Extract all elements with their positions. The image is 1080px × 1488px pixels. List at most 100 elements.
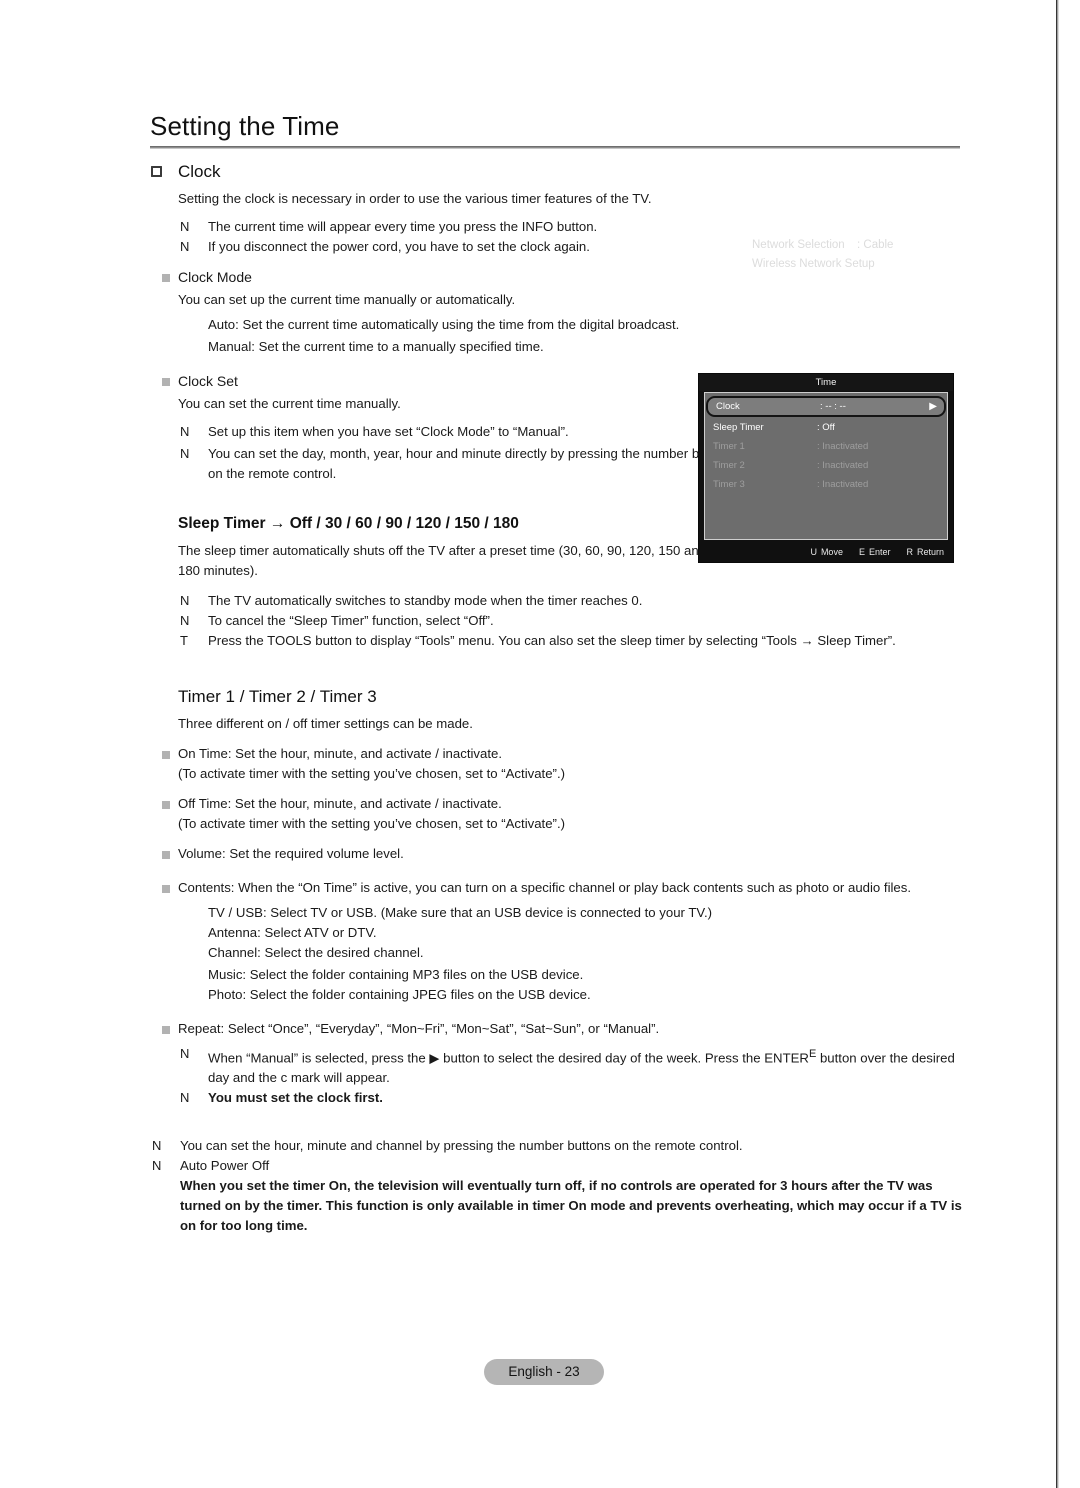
osd-row-timer-2-label: Timer 2 bbox=[713, 460, 745, 471]
osd-row-sleep-timer[interactable]: Sleep Timer : Off bbox=[705, 418, 947, 437]
timers-contents: Contents: When the “On Time” is active, … bbox=[150, 878, 962, 898]
osd-hint-return: R Return bbox=[906, 547, 944, 557]
note-marker-icon: N bbox=[180, 239, 190, 254]
osd-menu-panel: Clock : -- : -- ▶ Sleep Timer : Off Time… bbox=[704, 392, 948, 540]
clock-set-note-2-text: You can set the day, month, year, hour a… bbox=[208, 446, 736, 481]
timers-on-time-line2: (To activate timer with the setting you’… bbox=[178, 766, 565, 781]
osd-row-timer-2[interactable]: Timer 2 : Inactivated bbox=[705, 456, 947, 475]
chevron-right-icon: ▶ bbox=[929, 401, 937, 412]
timers-repeat: Repeat: Select “Once”, “Everyday”, “Mon~… bbox=[150, 1019, 962, 1039]
osd-hint-enter-key: E bbox=[858, 546, 865, 557]
osd-row-timer-1[interactable]: Timer 1 : Inactivated bbox=[705, 437, 947, 456]
clock-mode-auto: Auto: Set the current time automatically… bbox=[208, 317, 680, 332]
note-marker-icon: N bbox=[180, 613, 190, 628]
filled-square-bullet-icon bbox=[162, 851, 170, 859]
sleep-timer-note-1: N The TV automatically switches to stand… bbox=[150, 591, 962, 611]
timers-repeat-note-1: N When “Manual” is selected, press the ▶… bbox=[150, 1044, 962, 1088]
note-marker-icon: N bbox=[152, 1158, 162, 1174]
sleep-timer-tools-note: T Press the TOOLS button to display “Too… bbox=[150, 631, 962, 651]
timers-repeat-line1: Repeat: Select “Once”, “Everyday”, “Mon~… bbox=[178, 1021, 660, 1036]
note-marker-icon: N bbox=[180, 446, 190, 461]
timers-desc: Three different on / off timer settings … bbox=[178, 716, 473, 731]
bottom-note-2-body: When you set the timer On, the televisio… bbox=[180, 1178, 962, 1234]
clock-intro: Setting the clock is necessary in order … bbox=[178, 191, 652, 206]
filled-square-bullet-icon bbox=[162, 378, 170, 386]
filled-square-bullet-icon bbox=[162, 751, 170, 759]
osd-hint-enter: E Enter bbox=[859, 547, 891, 557]
page-header: Setting the Time bbox=[150, 111, 960, 149]
filled-square-bullet-icon bbox=[162, 274, 170, 282]
section-timers-heading: Timer 1 / Timer 2 / Timer 3 bbox=[150, 166, 962, 709]
tools-marker-icon: T bbox=[180, 633, 188, 648]
osd-row-timer-3-value: : Inactivated bbox=[817, 479, 869, 490]
osd-hint-return-key: R bbox=[906, 546, 913, 557]
clock-mode-heading-text: Clock Mode bbox=[178, 269, 252, 285]
timers-off-time-line1: Off Time: Set the hour, minute, and acti… bbox=[178, 796, 502, 811]
osd-hint-move-label: Move bbox=[820, 546, 843, 557]
clock-mode-manual: Manual: Set the current time to a manual… bbox=[208, 339, 544, 354]
osd-hint-move-key: U bbox=[810, 546, 817, 557]
sleep-timer-note-1-text: The TV automatically switches to standby… bbox=[208, 593, 643, 608]
osd-row-timer-1-label: Timer 1 bbox=[713, 441, 745, 452]
note-marker-icon: N bbox=[152, 1138, 162, 1154]
filled-square-bullet-icon bbox=[162, 1026, 170, 1034]
osd-footer-hints: U Move E Enter R Return bbox=[699, 541, 953, 562]
clock-heading-text: Clock bbox=[178, 162, 221, 181]
timers-heading-text: Timer 1 / Timer 2 / Timer 3 bbox=[178, 687, 377, 706]
title-divider bbox=[150, 145, 960, 149]
timers-contents-sub-2: Antenna: Select ATV or DTV. bbox=[208, 925, 377, 940]
open-square-bullet-icon bbox=[151, 166, 162, 177]
osd-row-timer-3-label: Timer 3 bbox=[713, 479, 745, 490]
clock-mode-desc: You can set up the current time manually… bbox=[178, 292, 516, 307]
timers-contents-sub-1: TV / USB: Select TV or USB. (Make sure t… bbox=[208, 905, 713, 920]
timers-contents-sub-5: Photo: Select the folder containing JPEG… bbox=[208, 987, 591, 1002]
document-body: Clock Setting the clock is necessary in … bbox=[150, 160, 962, 1236]
bottom-note-2: N Auto Power Off When you set the timer … bbox=[122, 1156, 962, 1236]
osd-row-sleep-timer-label: Sleep Timer bbox=[713, 422, 764, 433]
tv-osd-time-menu: Time Clock : -- : -- ▶ Sleep Timer : Off… bbox=[698, 373, 954, 563]
osd-menu-title: Time bbox=[699, 374, 953, 391]
timers-repeat-note-1-text: When “Manual” is selected, press the ▶ b… bbox=[208, 1044, 962, 1088]
sleep-timer-note-2-text: To cancel the “Sleep Timer” function, se… bbox=[208, 613, 494, 628]
osd-row-clock[interactable]: Clock : -- : -- ▶ bbox=[706, 396, 946, 417]
clock-note-1-text: The current time will appear every time … bbox=[208, 219, 598, 234]
bottom-note-1-text: You can set the hour, minute and channel… bbox=[180, 1138, 743, 1154]
bottom-note-2-heading: Auto Power Off bbox=[180, 1158, 270, 1174]
timers-contents-sub-4: Music: Select the folder containing MP3 … bbox=[208, 967, 584, 982]
filled-square-bullet-icon bbox=[162, 801, 170, 809]
osd-row-timer-3[interactable]: Timer 3 : Inactivated bbox=[705, 475, 947, 494]
bottom-note-1: N You can set the hour, minute and chann… bbox=[122, 1136, 962, 1156]
sleep-timer-tools-note-text: Press the TOOLS button to display “Tools… bbox=[208, 633, 896, 648]
osd-row-timer-2-value: : Inactivated bbox=[817, 460, 869, 471]
filled-square-bullet-icon bbox=[162, 885, 170, 893]
note-marker-icon: N bbox=[180, 1090, 190, 1106]
osd-hint-move: U Move bbox=[810, 547, 843, 557]
osd-hint-return-label: Return bbox=[916, 546, 944, 557]
note-marker-icon: N bbox=[180, 1046, 190, 1061]
timers-on-time-line1: On Time: Set the hour, minute, and activ… bbox=[178, 746, 503, 761]
timers-volume: Volume: Set the required volume level. bbox=[150, 844, 962, 864]
osd-row-sleep-timer-value: : Off bbox=[817, 422, 835, 433]
sleep-timer-note-2: N To cancel the “Sleep Timer” function, … bbox=[150, 611, 962, 631]
osd-hint-enter-label: Enter bbox=[868, 546, 891, 557]
page-title: Setting the Time bbox=[150, 111, 340, 141]
note-marker-icon: N bbox=[180, 593, 190, 608]
repeat-note-part-a: When “Manual” is selected, press the ▶ b… bbox=[208, 1050, 809, 1066]
timers-on-time: On Time: Set the hour, minute, and activ… bbox=[150, 744, 962, 784]
timers-volume-line1: Volume: Set the required volume level. bbox=[178, 846, 404, 861]
clock-note-1: N The current time will appear every tim… bbox=[150, 217, 962, 237]
clock-note-2-text: If you disconnect the power cord, you ha… bbox=[208, 239, 590, 254]
timers-contents-sub-3: Channel: Select the desired channel. bbox=[208, 945, 424, 960]
clock-note-2: N If you disconnect the power cord, you … bbox=[150, 237, 962, 257]
document-page: Setting the Time Network Selection: Cabl… bbox=[0, 0, 1080, 1488]
osd-row-clock-label: Clock bbox=[716, 401, 740, 412]
note-marker-icon: N bbox=[180, 219, 190, 234]
sleep-timer-desc: The sleep timer automatically shuts off … bbox=[178, 543, 707, 578]
timers-off-time-line2: (To activate timer with the setting you’… bbox=[178, 816, 565, 831]
page-number-badge: English - 23 bbox=[484, 1359, 604, 1385]
page-edge-rule bbox=[1056, 0, 1059, 1488]
timers-contents-line1: Contents: When the “On Time” is active, … bbox=[178, 880, 912, 895]
osd-row-timer-1-value: : Inactivated bbox=[817, 441, 869, 452]
note-marker-icon: N bbox=[180, 424, 190, 439]
osd-row-clock-value: : -- : -- bbox=[820, 401, 846, 412]
